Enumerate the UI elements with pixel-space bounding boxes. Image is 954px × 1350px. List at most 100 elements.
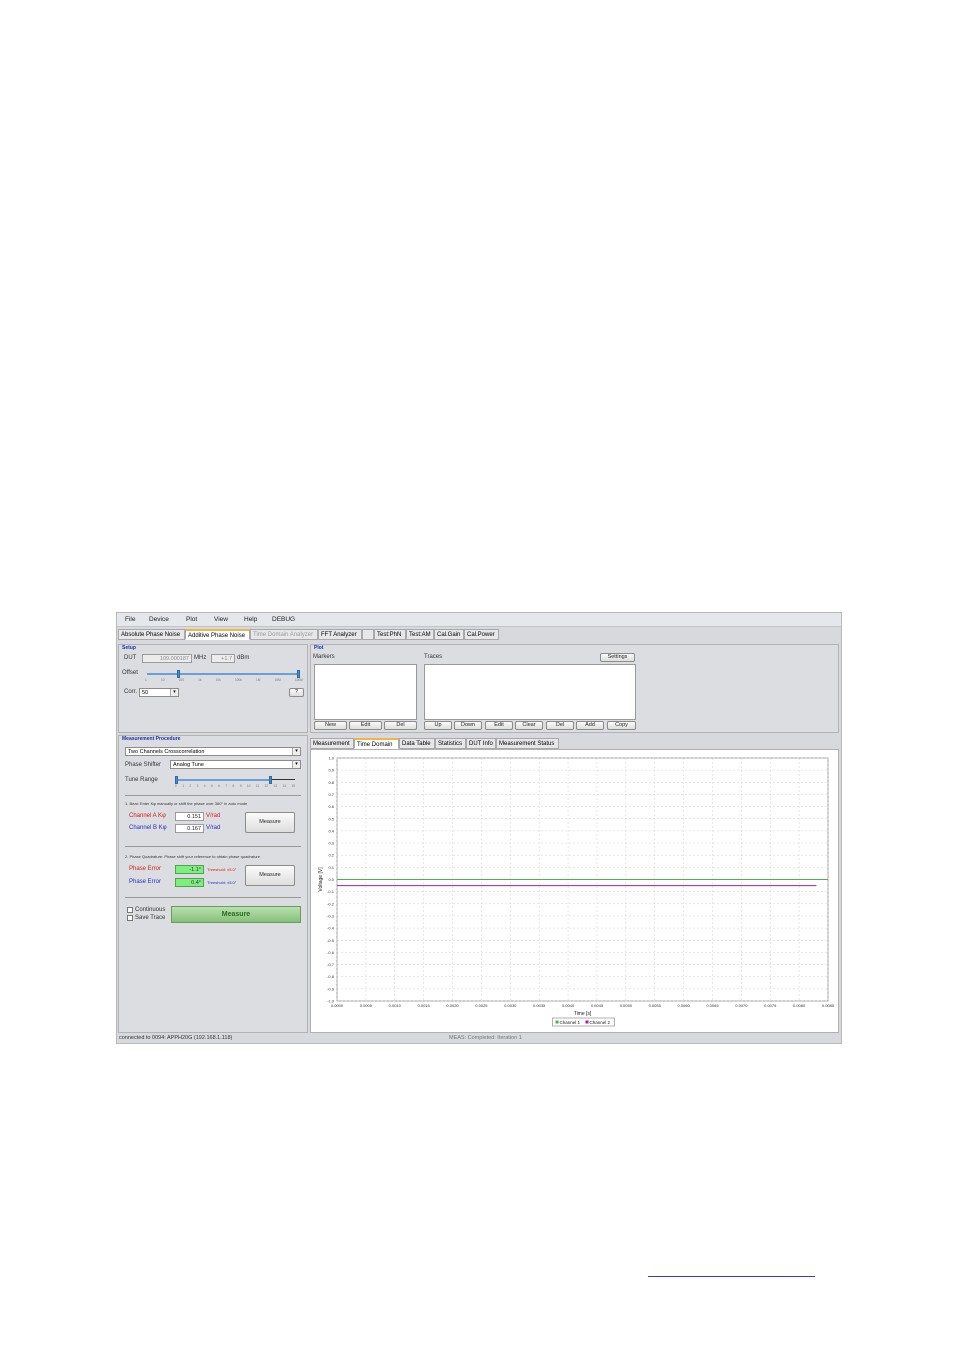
markers-label: Markers [313, 654, 335, 660]
markers-list[interactable] [314, 664, 417, 720]
dut-power-field[interactable]: +1.7 [211, 654, 235, 663]
tab-cal-gain[interactable]: Cal.Gain [434, 629, 464, 640]
menu-bar: File Device Plot View Help DEBUG [117, 613, 841, 627]
trace-copy-button[interactable]: Copy [607, 721, 636, 730]
subtab-measurement[interactable]: Measurement [310, 738, 354, 749]
offset-slider-end-handle[interactable] [297, 670, 300, 678]
tab-fft-analyzer[interactable]: FFT Analyzer [318, 629, 362, 640]
save-trace-checkbox[interactable] [127, 915, 133, 921]
corr-select[interactable]: 50 ▾ [139, 688, 179, 697]
legend-label-2: Channel 2 [590, 1020, 611, 1025]
channel-a-unit: V/rad [206, 813, 221, 819]
offset-tick-7: 10M [274, 678, 281, 682]
footer-link-underline[interactable] [648, 1276, 815, 1277]
offset-tick-2: 100 [178, 678, 184, 682]
x-tick-label: 0.0085 [822, 1003, 835, 1008]
y-tick-label: -0.3 [327, 913, 335, 918]
tune-tick-7: 7 [225, 784, 228, 788]
divider [125, 795, 301, 796]
x-tick-label: 0.0055 [649, 1003, 662, 1008]
menu-view[interactable]: View [214, 616, 228, 623]
subtab-time-domain[interactable]: Time Domain [354, 738, 399, 749]
phase-error-b-label: Phase Error [129, 879, 162, 885]
subtab-measurement-status[interactable]: Measurement Status [496, 738, 559, 749]
trace-down-button[interactable]: Down [454, 721, 482, 730]
measure-main-button[interactable]: Measure [171, 906, 301, 923]
tune-tick-11: 11 [255, 784, 260, 788]
x-tick-label: 0.0065 [706, 1003, 719, 1008]
x-axis-label: Time [s] [574, 1011, 592, 1017]
traces-list[interactable] [424, 664, 636, 720]
trace-up-button[interactable]: Up [424, 721, 452, 730]
offset-tick-0: 1 [145, 678, 147, 682]
channel-b-kphi-label: Channel B Kφ [129, 825, 167, 831]
measure-quadrature-button[interactable]: Measure [245, 865, 295, 886]
tune-range-end-handle[interactable] [269, 776, 272, 784]
save-trace-label: Save Trace [135, 915, 166, 921]
application-window: File Device Plot View Help DEBUG Absolut… [116, 612, 842, 1044]
x-tick-label: 0.0045 [591, 1003, 604, 1008]
dut-label: DUT [124, 655, 137, 661]
tab-absolute-phase-noise[interactable]: Absolute Phase Noise [118, 629, 185, 640]
time-domain-chart: 1.0 0.9 0.8 0.7 0.6 0.5 0.4 0.3 0.2 0.1 0.0 -0.1 -0.… [318, 756, 835, 1027]
marker-edit-button[interactable]: Edit [349, 721, 382, 730]
y-tick-label: -0.1 [327, 889, 335, 894]
subtab-data-table[interactable]: Data Table [399, 738, 435, 749]
subtab-dut-info[interactable]: DUT Info [466, 738, 496, 749]
marker-new-button[interactable]: New [314, 721, 347, 730]
corr-value: 50 [142, 690, 149, 696]
settings-button[interactable]: Settings [600, 653, 635, 662]
measurement-status: MEAS: Completed: Iteration 1 [449, 1035, 522, 1041]
x-tick-label: 0.0070 [735, 1003, 748, 1008]
y-tick-label: 1.0 [328, 756, 334, 761]
tune-tick-5: 5 [210, 784, 213, 788]
tab-additive-phase-noise[interactable]: Additive Phase Noise [185, 629, 250, 640]
tune-tick-4: 4 [203, 784, 206, 788]
menu-file[interactable]: File [125, 616, 135, 623]
legend-swatch-2 [585, 1020, 589, 1024]
help-button[interactable]: ? [289, 688, 304, 697]
tune-tick-3: 3 [196, 784, 199, 788]
menu-help[interactable]: Help [244, 616, 257, 623]
menu-debug[interactable]: DEBUG [272, 616, 295, 623]
channel-a-kphi-field[interactable]: 0.151 [175, 812, 204, 821]
tab-test-phn[interactable]: Test:PhN [374, 629, 406, 640]
tab-blank[interactable] [362, 629, 374, 640]
continuous-checkbox[interactable] [127, 907, 133, 913]
tune-tick-2: 2 [189, 784, 192, 788]
phase-error-a-value: -1.1° [175, 865, 204, 874]
traces-label: Traces [424, 654, 443, 660]
trace-add-button[interactable]: Add [576, 721, 604, 730]
subtab-statistics[interactable]: Statistics [435, 738, 466, 749]
tune-range-start-handle[interactable] [175, 776, 178, 784]
tab-time-domain-analyzer[interactable]: Time Domain Analyzer [250, 629, 318, 640]
x-tick-label: 0.0015 [418, 1003, 431, 1008]
tune-range-slider-track[interactable] [175, 779, 271, 781]
phase-error-b-value: 0.4° [175, 878, 204, 887]
tab-test-am[interactable]: Test:AM [406, 629, 434, 640]
y-tick-label: -0.4 [327, 926, 335, 931]
procedure-mode-select[interactable]: Two Channels Crosscorrelation ▾ [125, 747, 301, 756]
marker-delete-button[interactable]: Del [384, 721, 417, 730]
measurement-procedure-panel: Measurement Procedure Two Channels Cross… [118, 735, 308, 1033]
channel-b-unit: V/rad [206, 825, 221, 831]
setup-panel: Setup DUT 109.000187 MHz +1.7 dBm Offset… [118, 644, 308, 733]
trace-edit-button[interactable]: Edit [485, 721, 513, 730]
tune-tick-8: 8 [232, 784, 235, 788]
trace-delete-button[interactable]: Del [546, 721, 574, 730]
channel-b-kphi-field[interactable]: 0.167 [175, 824, 204, 833]
offset-slider-track[interactable] [147, 673, 299, 675]
tab-cal-power[interactable]: Cal.Power [464, 629, 499, 640]
measure-kphi-button[interactable]: Measure [245, 812, 295, 833]
y-tick-label: -0.5 [327, 938, 335, 943]
x-tick-label: 0.0030 [504, 1003, 517, 1008]
menu-device[interactable]: Device [149, 616, 169, 623]
y-tick-label: 0.6 [328, 804, 334, 809]
phase-shifter-select[interactable]: Analog Tune ▾ [170, 760, 301, 769]
offset-tick-8: 100M [294, 678, 303, 682]
dut-frequency-field[interactable]: 109.000187 [142, 654, 192, 663]
menu-plot[interactable]: Plot [186, 616, 197, 623]
offset-slider-start-handle[interactable] [177, 670, 180, 678]
trace-clear-button[interactable]: Clear [515, 721, 543, 730]
tune-range-slider-rest [271, 779, 295, 780]
